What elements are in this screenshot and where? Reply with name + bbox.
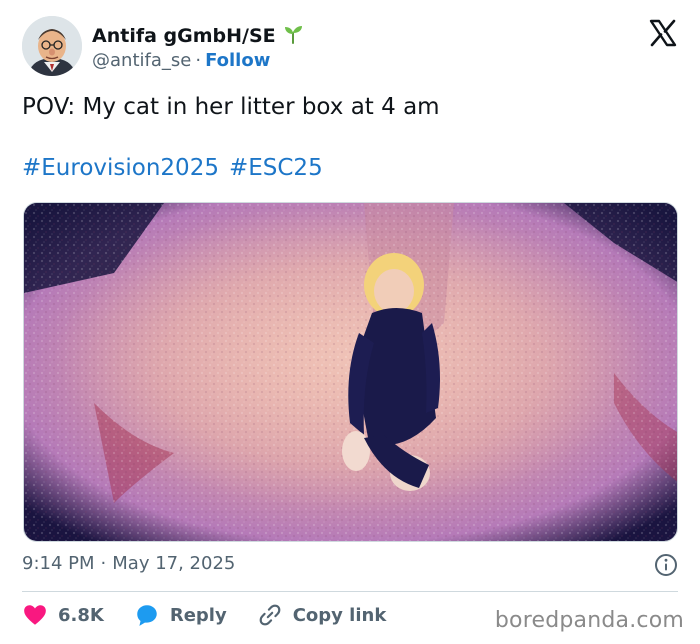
avatar[interactable]: [22, 16, 82, 76]
copy-link-label: Copy link: [292, 604, 387, 626]
follow-button[interactable]: Follow: [205, 50, 270, 71]
heart-icon: [22, 602, 48, 628]
tweet-text: POV: My cat in her litter box at 4 am: [22, 94, 440, 120]
link-icon: [257, 602, 283, 628]
tweet-actions: 6.8K Reply Copy link: [22, 602, 416, 628]
tweet-time: 9:14 PM: [22, 553, 95, 574]
tweet-photo[interactable]: [23, 202, 678, 542]
tweet-date: May 17, 2025: [112, 553, 236, 574]
photo-icon: [24, 203, 677, 541]
info-icon[interactable]: [654, 553, 678, 577]
divider: [22, 591, 678, 592]
hashtag-esc25[interactable]: #ESC25: [229, 155, 323, 181]
tweet-header: Antifa gGmbH/SE @antifa_se · Follow: [22, 16, 682, 78]
hashtag-eurovision2025[interactable]: #Eurovision2025: [22, 155, 219, 181]
seedling-icon: [282, 23, 304, 49]
author-handle[interactable]: @antifa_se: [92, 50, 191, 71]
like-button[interactable]: 6.8K: [22, 602, 104, 628]
author-name-row: Antifa gGmbH/SE: [92, 23, 304, 49]
reply-button[interactable]: Reply: [134, 602, 227, 628]
tweet-timestamp[interactable]: 9:14 PM · May 17, 2025: [22, 553, 235, 574]
timestamp-separator: ·: [100, 553, 107, 574]
like-count: 6.8K: [58, 604, 104, 626]
watermark: boredpanda.com: [494, 608, 684, 633]
copy-link-button[interactable]: Copy link: [257, 602, 387, 628]
hashtags: #Eurovision2025 #ESC25: [22, 155, 323, 181]
x-logo-icon[interactable]: [648, 18, 678, 48]
separator-dot: ·: [195, 50, 202, 71]
author-display-name[interactable]: Antifa gGmbH/SE: [92, 25, 276, 47]
reply-bubble-icon: [134, 602, 160, 628]
reply-label: Reply: [169, 604, 227, 626]
author-handle-row: @antifa_se · Follow: [92, 50, 270, 71]
